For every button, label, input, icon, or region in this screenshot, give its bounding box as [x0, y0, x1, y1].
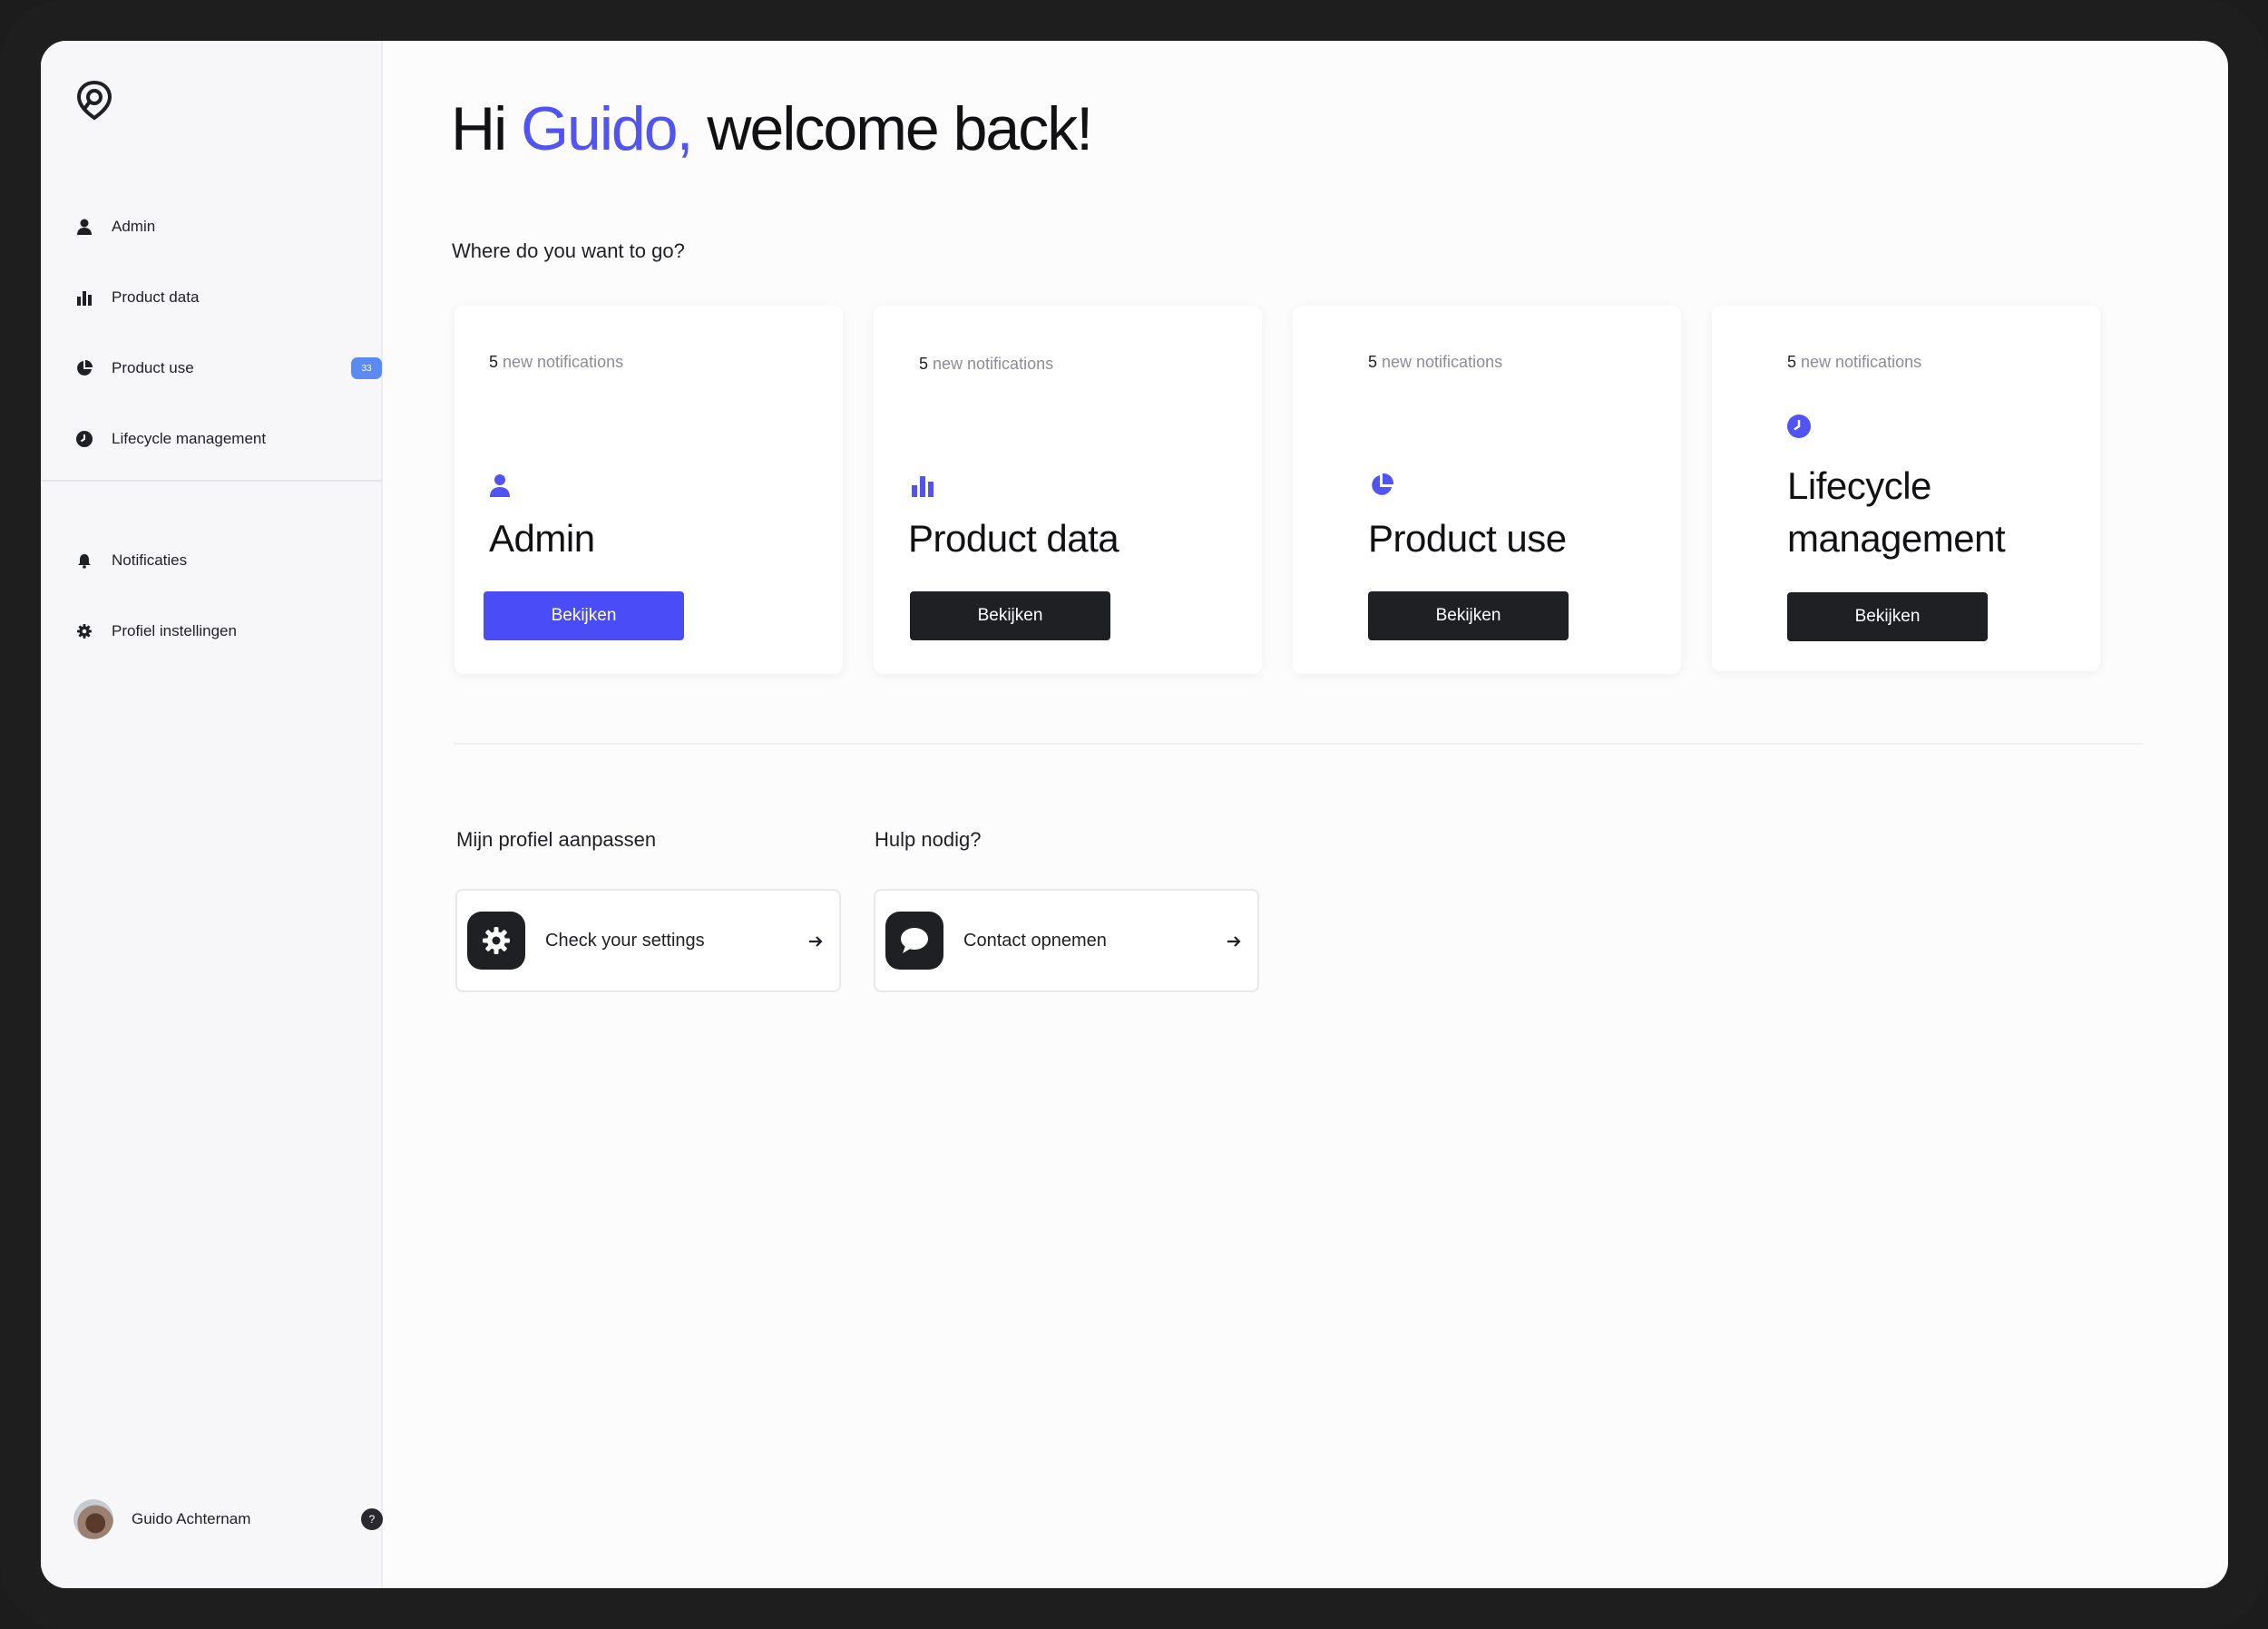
- destination-card-admin: 5 new notifications Admin Bekijken: [455, 306, 843, 674]
- profile-heading: Mijn profiel aanpassen: [456, 828, 657, 851]
- link-label: Contact opnemen: [963, 930, 1107, 951]
- section-divider: [454, 743, 2143, 745]
- view-product-use-button[interactable]: Bekijken: [1368, 591, 1569, 640]
- clock-icon: [73, 428, 95, 450]
- sidebar-item-label: Profiel instellingen: [112, 622, 237, 639]
- card-title: Lifecycle management: [1787, 464, 2006, 560]
- sidebar-item-product-use[interactable]: Product use 33: [73, 350, 382, 386]
- sidebar-item-label: Product data: [112, 288, 200, 306]
- card-title: Product use: [1368, 517, 1567, 560]
- view-lifecycle-management-button[interactable]: Bekijken: [1787, 592, 1988, 641]
- bar-chart-icon: [73, 287, 95, 308]
- notification-summary: 5 new notifications: [489, 353, 624, 371]
- notification-summary: 5 new notifications: [1787, 353, 1922, 371]
- pie-chart-icon: [73, 357, 95, 379]
- destination-card-product-use: 5 new notifications Product use Bekijken: [1293, 306, 1681, 674]
- user-first-name: Guido,: [521, 94, 693, 163]
- view-product-data-button[interactable]: Bekijken: [910, 591, 1110, 640]
- bell-icon: [73, 550, 95, 571]
- link-label: Check your settings: [545, 930, 705, 951]
- destination-card-product-data: 5 new notifications Product data Bekijke…: [874, 306, 1262, 674]
- destination-card-lifecycle-management: 5 new notifications Lifecycle management …: [1712, 306, 2100, 671]
- card-title: Admin: [489, 517, 595, 560]
- help-button[interactable]: ?: [361, 1508, 383, 1530]
- gear-icon: [73, 620, 95, 642]
- contact-link[interactable]: Contact opnemen: [874, 889, 1259, 992]
- notification-summary: 5 new notifications: [919, 355, 1054, 373]
- sidebar-divider: [41, 480, 383, 482]
- check-settings-link[interactable]: Check your settings: [455, 889, 841, 992]
- device-frame: Admin Product data Product use 33 Lifecy…: [0, 0, 2268, 1629]
- sidebar-item-label: Admin: [112, 218, 156, 235]
- gear-icon: [467, 912, 525, 970]
- pie-chart-icon: [1369, 473, 1394, 498]
- greeting-prefix: Hi: [451, 94, 522, 163]
- greeting-suffix: welcome back!: [691, 94, 1093, 163]
- sidebar-item-lifecycle-management[interactable]: Lifecycle management: [73, 421, 364, 457]
- bar-chart-icon: [910, 473, 935, 498]
- user-name: Guido Achternam: [132, 1510, 251, 1527]
- arrow-right-icon: [807, 932, 825, 951]
- help-heading: Hulp nodig?: [875, 828, 982, 851]
- sidebar-item-label: Product use: [112, 359, 194, 376]
- notification-count-badge: 33: [351, 357, 382, 379]
- sidebar-item-label: Notificaties: [112, 551, 188, 569]
- clock-icon: [1786, 414, 1812, 439]
- sidebar-item-admin[interactable]: Admin: [73, 209, 364, 245]
- card-title: Product data: [908, 517, 1119, 560]
- avatar: [73, 1499, 113, 1539]
- sidebar: Admin Product data Product use 33 Lifecy…: [41, 41, 383, 1588]
- destinations-heading: Where do you want to go?: [452, 239, 685, 262]
- user-icon: [487, 473, 513, 498]
- chat-bubble-icon: [885, 912, 943, 970]
- user-profile[interactable]: Guido Achternam ?: [73, 1499, 383, 1539]
- page-title: Hi Guido, welcome back!: [451, 93, 1093, 164]
- sidebar-item-label: Lifecycle management: [112, 430, 267, 447]
- location-pin-logo[interactable]: [73, 79, 115, 121]
- user-icon: [73, 216, 95, 238]
- app-screen: Admin Product data Product use 33 Lifecy…: [41, 41, 2228, 1588]
- sidebar-item-notificaties[interactable]: Notificaties: [73, 542, 364, 579]
- notification-summary: 5 new notifications: [1368, 353, 1503, 371]
- sidebar-item-product-data[interactable]: Product data: [73, 279, 364, 316]
- view-admin-button[interactable]: Bekijken: [484, 591, 684, 640]
- arrow-right-icon: [1225, 932, 1243, 951]
- sidebar-item-profiel-instellingen[interactable]: Profiel instellingen: [73, 613, 364, 649]
